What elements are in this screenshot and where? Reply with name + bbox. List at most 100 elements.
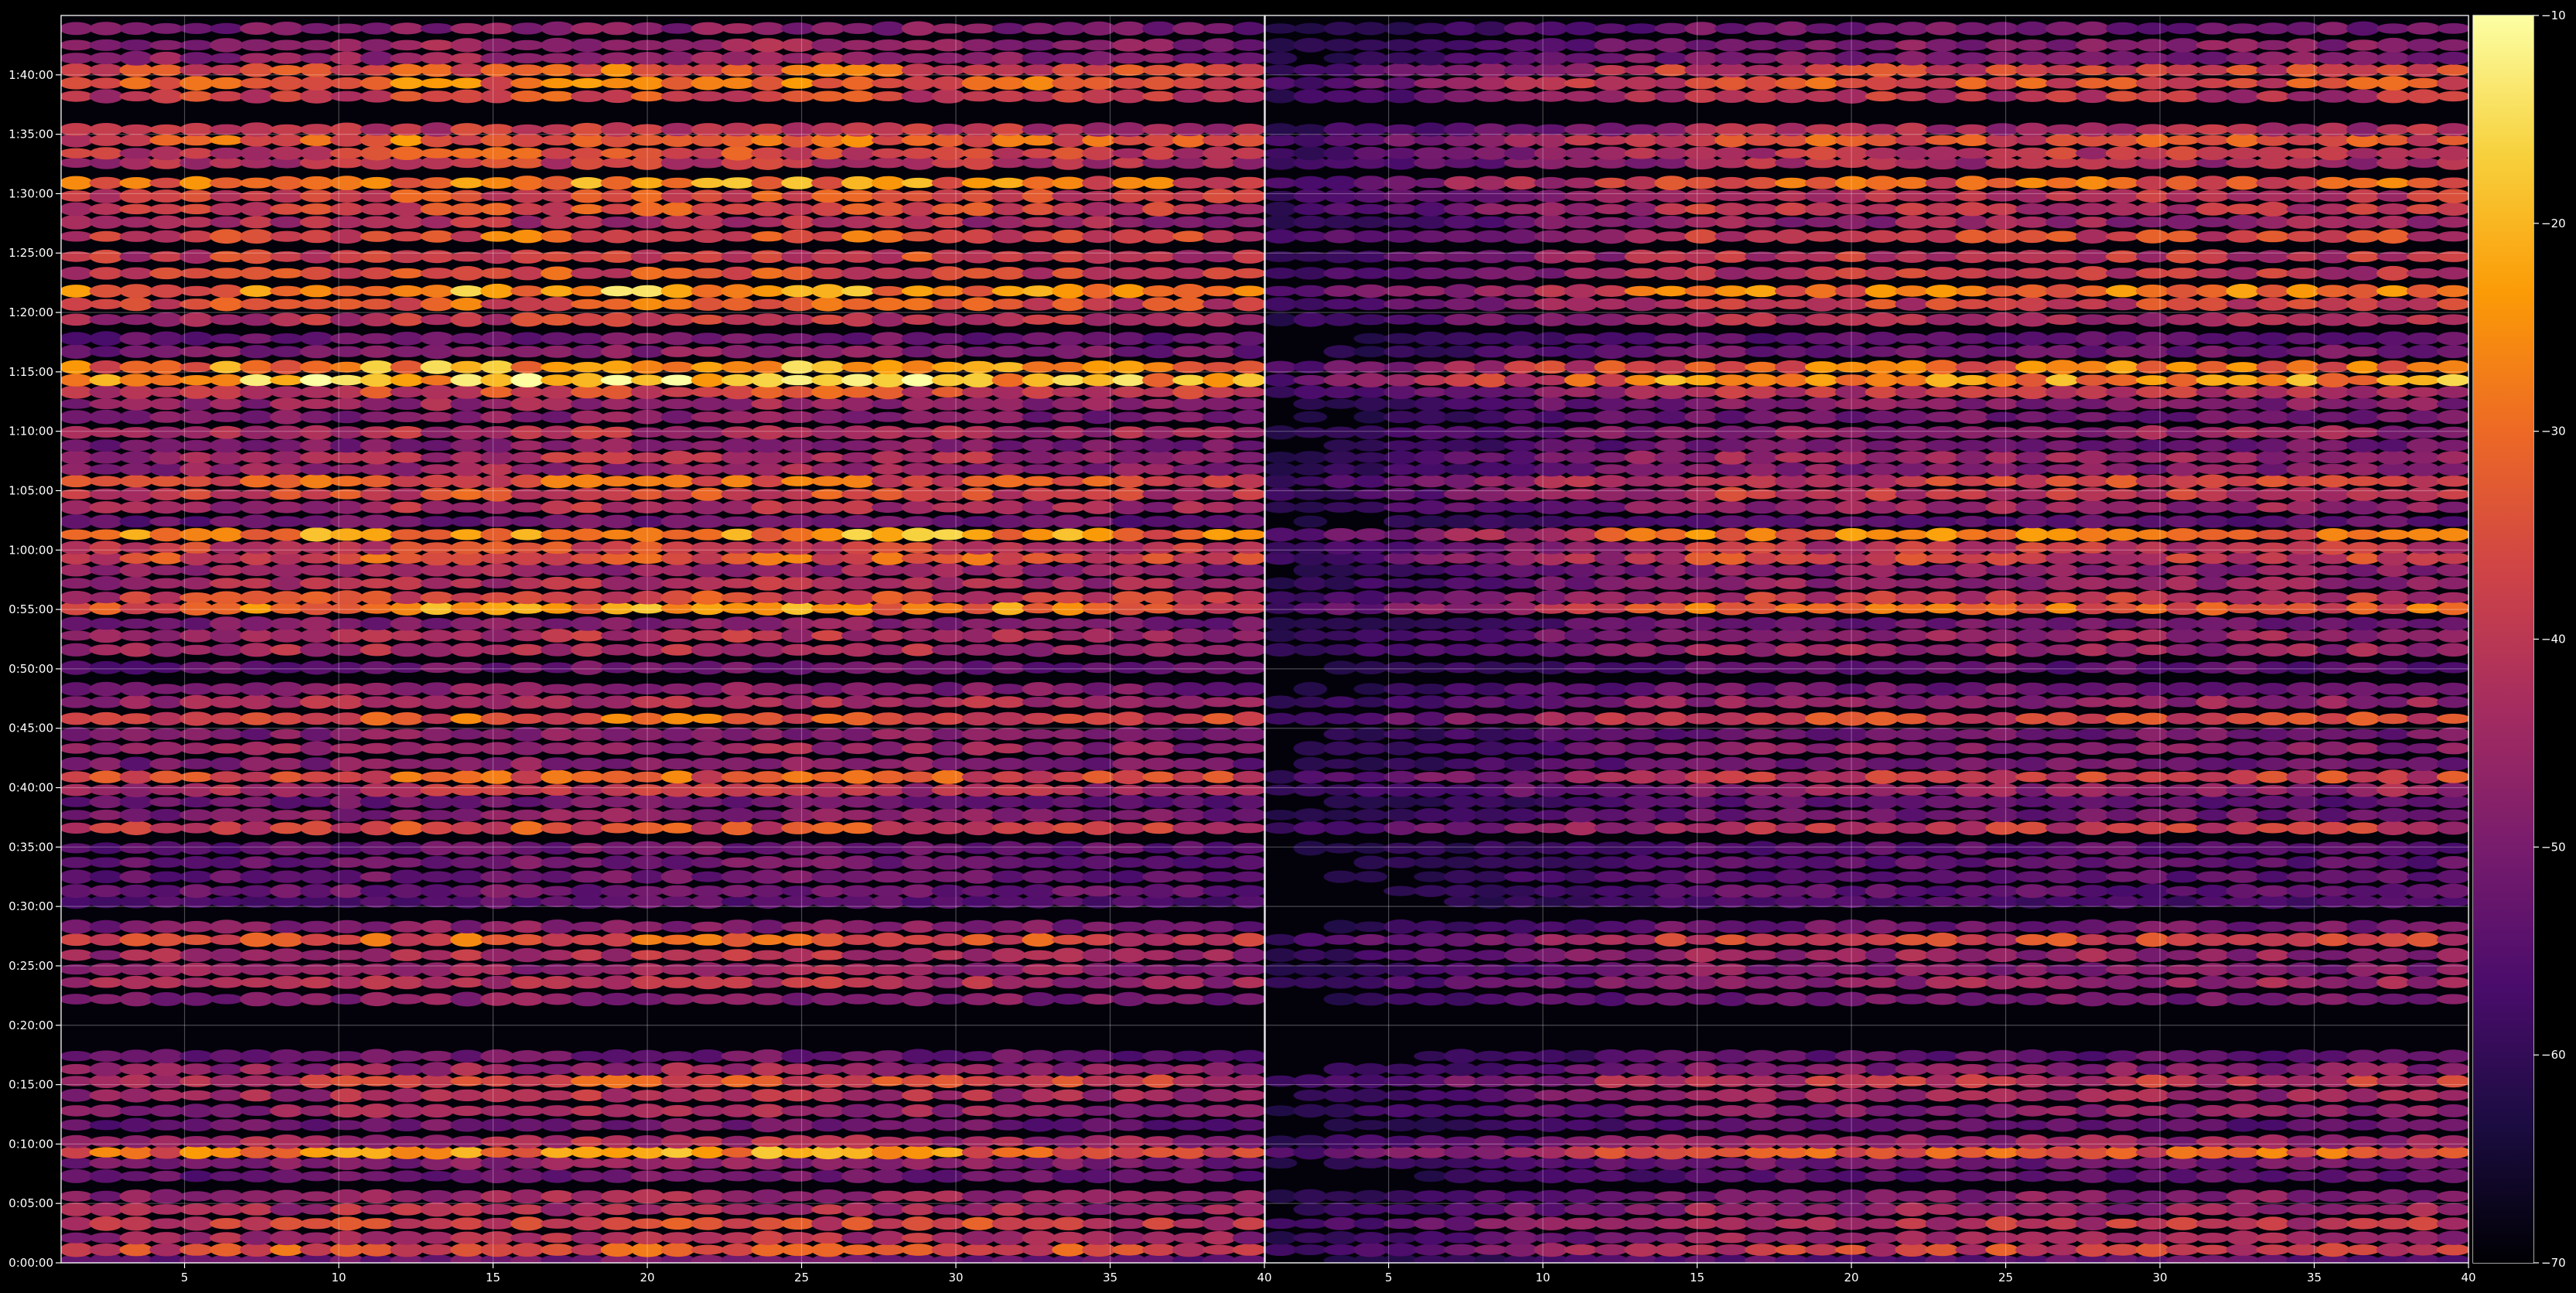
heatmap-cell xyxy=(571,796,605,808)
heatmap-cell xyxy=(420,1089,455,1102)
heatmap-cell xyxy=(1082,462,1116,476)
heatmap-cell xyxy=(210,22,244,34)
heatmap-cell xyxy=(1414,618,1448,629)
heatmap-cell xyxy=(89,89,124,104)
heatmap-cell xyxy=(510,53,544,64)
heatmap-cell xyxy=(1955,1118,1989,1132)
heatmap-cell xyxy=(450,1105,484,1117)
heatmap-cell xyxy=(390,920,425,933)
heatmap-cell xyxy=(119,515,154,528)
heatmap-cell xyxy=(270,285,304,297)
heatmap-cell xyxy=(961,1089,996,1101)
heatmap-cell xyxy=(1232,1202,1264,1217)
heatmap-cell xyxy=(450,22,484,35)
heatmap-cell xyxy=(1775,808,1809,822)
heatmap-cell xyxy=(571,425,605,439)
heatmap-cell xyxy=(360,514,394,529)
heatmap-cell xyxy=(240,885,274,897)
heatmap-cell xyxy=(961,962,996,977)
heatmap-cell xyxy=(841,796,875,808)
heatmap-cell xyxy=(901,1104,936,1117)
heatmap-cell xyxy=(872,1050,906,1063)
heatmap-cell xyxy=(2015,950,2049,961)
heatmap-cell xyxy=(1022,1169,1056,1183)
heatmap-cell xyxy=(299,345,334,359)
heatmap-cell xyxy=(691,552,725,565)
heatmap-cell xyxy=(1052,331,1086,346)
heatmap-cell xyxy=(541,1105,575,1117)
heatmap-cell xyxy=(872,176,906,190)
heatmap-cell xyxy=(510,1134,544,1149)
heatmap-cell xyxy=(1503,808,1538,822)
heatmap-cell xyxy=(1082,976,1116,989)
heatmap-cell xyxy=(901,1233,936,1244)
heatmap-cell xyxy=(61,541,94,554)
heatmap-cell xyxy=(931,463,966,475)
heatmap-cell xyxy=(1925,1089,1960,1102)
heatmap-cell xyxy=(781,992,815,1006)
heatmap-cell xyxy=(299,695,334,709)
heatmap-cell xyxy=(1022,697,1056,708)
heatmap-cell xyxy=(691,177,725,189)
heatmap-cell xyxy=(2376,948,2411,963)
heatmap-cell xyxy=(2436,1063,2469,1076)
heatmap-cell xyxy=(901,771,936,783)
heatmap-cell xyxy=(149,331,183,346)
heatmap-cell xyxy=(1684,1050,1718,1062)
heatmap-cell xyxy=(872,783,906,797)
heatmap-cell xyxy=(1745,809,1779,820)
heatmap-cell xyxy=(390,411,425,422)
heatmap-cell xyxy=(450,962,484,977)
heatmap-cell xyxy=(119,1171,154,1182)
heatmap-cell xyxy=(541,529,575,541)
heatmap-cell xyxy=(721,90,756,102)
heatmap-cell xyxy=(931,285,966,297)
heatmap-cell xyxy=(450,462,484,476)
heatmap-cell xyxy=(1052,1168,1086,1183)
heatmap-cell xyxy=(510,1063,544,1075)
heatmap-cell xyxy=(1022,476,1056,486)
heatmap-cell xyxy=(1202,251,1237,263)
heatmap-cell xyxy=(510,386,544,398)
heatmap-cell xyxy=(1232,602,1264,614)
heatmap-cell xyxy=(1564,807,1598,823)
heatmap-cell xyxy=(541,541,575,554)
heatmap-cell xyxy=(1594,662,1629,674)
heatmap-cell xyxy=(420,795,455,809)
heatmap-cell xyxy=(931,361,966,373)
heatmap-cell xyxy=(1052,1203,1086,1216)
heatmap-cell xyxy=(299,1243,334,1257)
heatmap-cell xyxy=(360,450,394,465)
heatmap-cell xyxy=(691,1244,725,1255)
heatmap-cell xyxy=(2226,1089,2260,1102)
heatmap-cell xyxy=(781,964,815,976)
heatmap-cell xyxy=(1172,487,1206,501)
heatmap-cell xyxy=(901,1216,936,1231)
heatmap-cell xyxy=(270,450,304,465)
heatmap-cell xyxy=(2346,1244,2380,1256)
heatmap-cell xyxy=(1654,1104,1688,1117)
heatmap-cell xyxy=(149,215,183,230)
heatmap-cell xyxy=(751,76,785,90)
heatmap-cell xyxy=(1052,771,1086,783)
heatmap-cell xyxy=(2286,1189,2320,1203)
heatmap-cell xyxy=(149,1119,183,1131)
heatmap-cell xyxy=(1293,1134,1328,1149)
heatmap-cell xyxy=(541,285,575,297)
heatmap-cell xyxy=(931,266,966,281)
heatmap-cell xyxy=(872,1244,906,1256)
heatmap-cell xyxy=(872,267,906,279)
heatmap-cell xyxy=(2226,643,2260,657)
heatmap-cell xyxy=(2346,976,2380,989)
heatmap-cell xyxy=(119,529,154,541)
heatmap-cell xyxy=(600,89,635,104)
heatmap-cell xyxy=(541,933,575,947)
heatmap-cell xyxy=(270,268,304,278)
heatmap-cell xyxy=(2105,697,2140,708)
heatmap-cell xyxy=(2376,1189,2411,1204)
heatmap-cell xyxy=(1745,795,1779,809)
heatmap-cell xyxy=(299,438,334,452)
heatmap-cell xyxy=(1232,147,1264,159)
heatmap-cell xyxy=(1052,756,1086,771)
heatmap-cell xyxy=(2165,823,2200,834)
